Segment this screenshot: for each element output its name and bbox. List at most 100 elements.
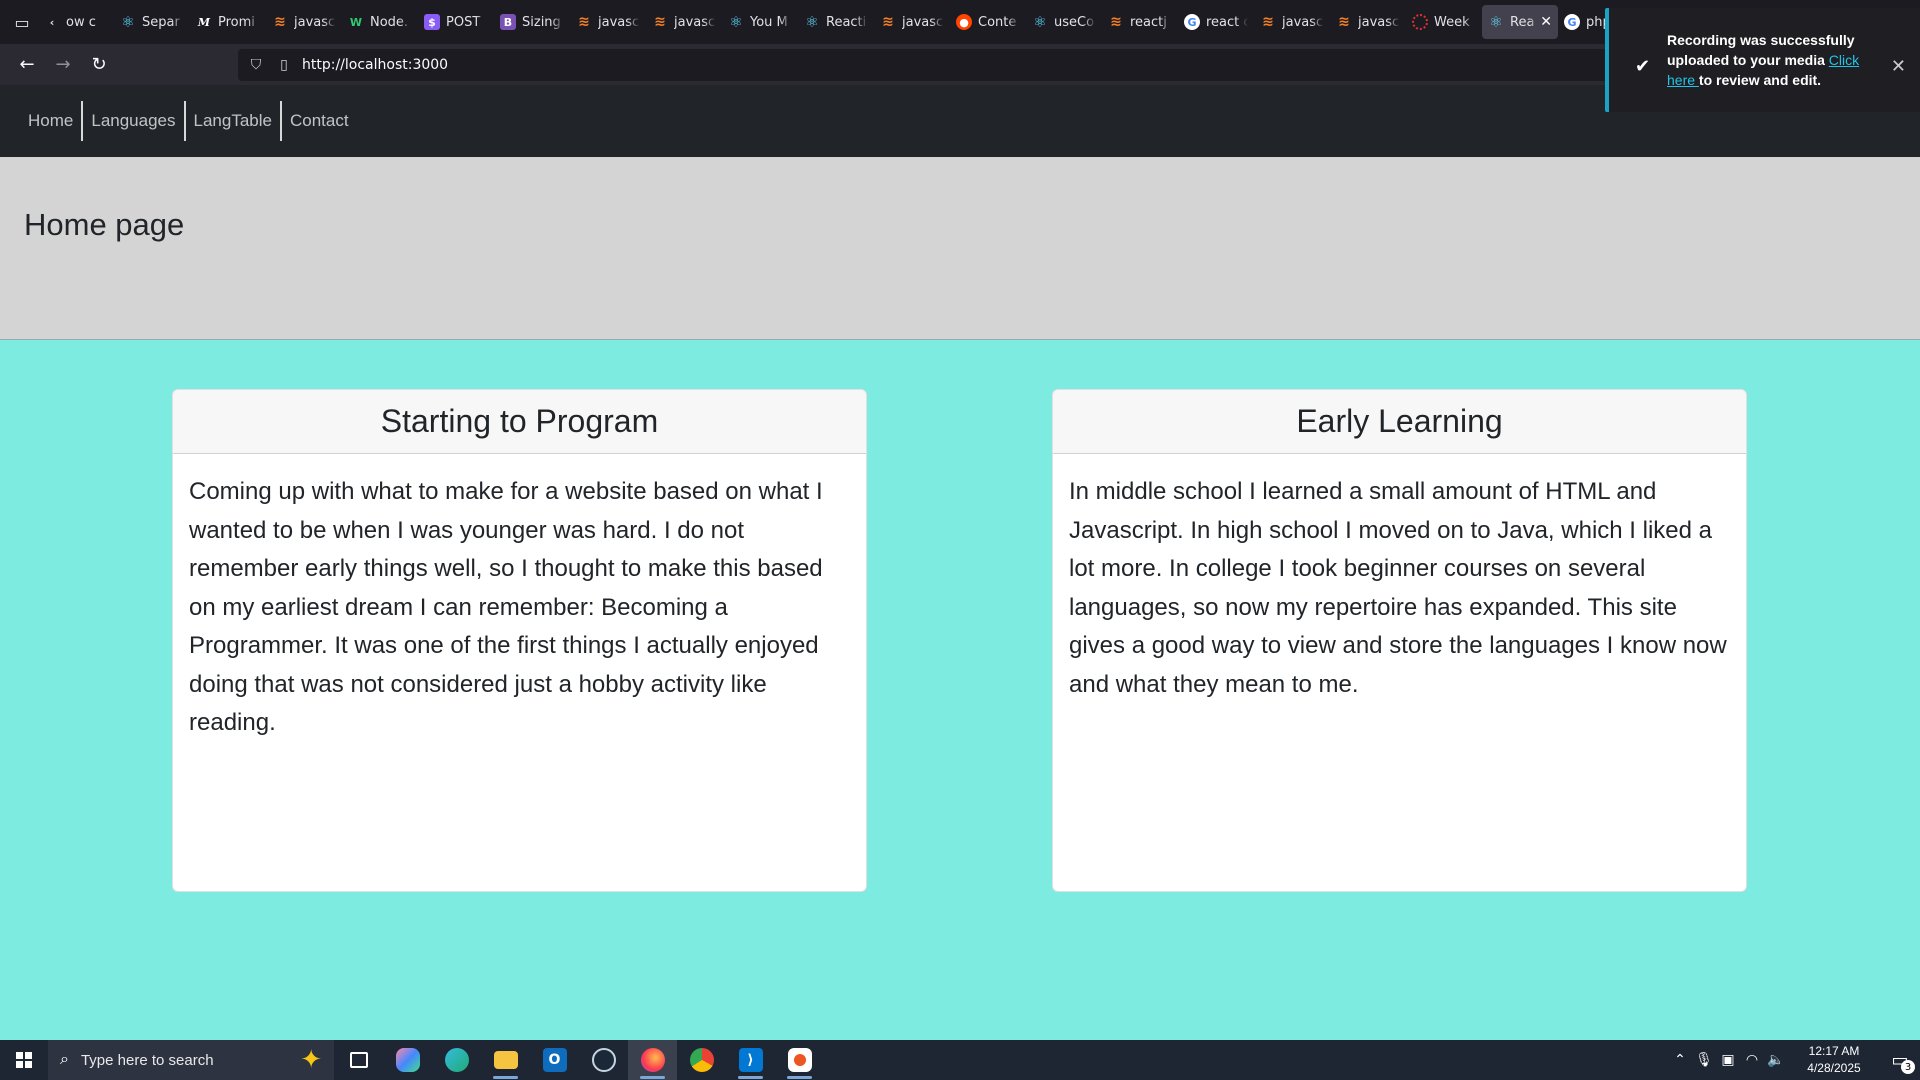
tab-favicon-icon: ≋ [1262, 14, 1274, 30]
browser-tab[interactable]: ≋ javasc [570, 5, 646, 39]
steam-icon[interactable] [579, 1040, 628, 1080]
tab-title: Conte [978, 14, 1017, 30]
vscode-icon[interactable]: ⟩ [726, 1040, 775, 1080]
sparkle-icon[interactable]: ✦ [300, 1044, 322, 1075]
nav-link-contact[interactable]: Contact [282, 101, 357, 141]
tab-favicon-icon [1412, 14, 1428, 30]
browser-tab[interactable]: ● Conte [950, 5, 1026, 39]
tab-favicon-icon: G [1184, 14, 1200, 30]
notification-badge: 3 [1901, 1060, 1915, 1074]
tab-favicon-icon: ≋ [1338, 14, 1350, 30]
clock[interactable]: 12:17 AM 4/28/2025 [1794, 1043, 1874, 1077]
tab-favicon-icon: ⚛ [1489, 13, 1503, 31]
reload-icon[interactable]: ↻ [82, 49, 116, 81]
tab-title: reactj [1130, 14, 1167, 30]
search-icon: ⌕ [60, 1051, 69, 1068]
display-icon[interactable]: ▣ [1716, 1052, 1740, 1068]
tab-title: javasc [674, 14, 716, 30]
tab-favicon-icon: $ [424, 14, 440, 30]
system-tray: ⌃ 🎙 ▣ ◠ 🔈 12:17 AM 4/28/2025 ▭ 3 [1668, 1040, 1920, 1080]
tab-close-icon[interactable]: ✕ [1540, 14, 1552, 30]
browser-tab[interactable]: ⚛ You M [722, 5, 798, 39]
browser-tab[interactable]: Greact c [1178, 5, 1254, 39]
browser-tab[interactable]: B Sizing [494, 5, 570, 39]
browser-tab[interactable]: ≋ javasc [874, 5, 950, 39]
card-body: In middle school I learned a small amoun… [1069, 478, 1727, 698]
tab-title: Node. [370, 14, 409, 30]
tab-favicon-icon: ≋ [654, 14, 666, 30]
tab-title: You M [750, 14, 788, 30]
tab-favicon-icon: ≋ [274, 14, 286, 30]
browser-tab[interactable]: ≋ javasc [1330, 5, 1406, 39]
card-early-learning: Early Learning In middle school I learne… [1052, 389, 1747, 892]
card-starting-to-program: Starting to Program Coming up with what … [172, 389, 867, 892]
url-text[interactable]: http://localhost:3000 [302, 57, 448, 73]
browser-tab[interactable]: M Promi [190, 5, 266, 39]
page-header: Home page [0, 157, 1920, 340]
browser-tab[interactable]: ≋ reactj [1102, 5, 1178, 39]
tab-title: javasc [598, 14, 640, 30]
forward-arrow-icon[interactable]: → [46, 49, 80, 81]
taskbar: ⌕ Type here to search ✦ O ⟩ ⌃ 🎙 ▣ ◠ 🔈 12… [0, 1040, 1920, 1080]
browser-tab[interactable]: ≋ javasc [646, 5, 722, 39]
tab-title: javasc [902, 14, 944, 30]
tab-favicon-icon: ⚛ [1033, 13, 1047, 31]
outlook-icon[interactable]: O [530, 1040, 579, 1080]
back-arrow-icon[interactable]: ← [10, 49, 44, 81]
tab-title: javasc [1282, 14, 1324, 30]
close-icon[interactable]: ✕ [1891, 56, 1906, 77]
tab-favicon-icon: ⚛ [805, 13, 819, 31]
tab-title: javasc [294, 14, 336, 30]
tab-favicon-icon: G [1564, 14, 1580, 30]
browser-tab[interactable]: ⚛ Separ [114, 5, 190, 39]
browser-tab[interactable]: ⚛ Rea ✕ [1482, 5, 1558, 39]
browser-tab[interactable]: ‹ ow c [38, 5, 114, 39]
clock-time: 12:17 AM [1808, 1044, 1860, 1058]
card-title: Early Learning [1053, 390, 1746, 454]
copilot-icon[interactable] [383, 1040, 432, 1080]
tab-favicon-icon: ⚛ [121, 13, 135, 31]
checkmark-icon: ✔ [1635, 56, 1651, 76]
nav-link-home[interactable]: Home [20, 101, 84, 141]
tab-favicon-icon: M [197, 15, 211, 29]
nav-link-langtable[interactable]: LangTable [186, 101, 282, 141]
card-body: Coming up with what to make for a websit… [189, 478, 823, 736]
tab-favicon-icon: ≋ [1110, 14, 1122, 30]
browser-tab[interactable]: ≋ javasc [1254, 5, 1330, 39]
tab-title: javasc [1358, 14, 1400, 30]
chevron-up-icon[interactable]: ⌃ [1668, 1052, 1692, 1068]
tab-overview-icon[interactable]: ▭ [6, 6, 38, 38]
tab-title: Week [1434, 14, 1470, 30]
search-placeholder: Type here to search [80, 1051, 214, 1069]
address-bar[interactable]: ⛉ ▯ http://localhost:3000 [238, 48, 1718, 81]
task-view-icon[interactable] [334, 1040, 383, 1080]
taskbar-search-box[interactable]: ⌕ Type here to search ✦ [48, 1040, 334, 1080]
tab-title: ow c [66, 14, 96, 30]
tab-favicon-icon: ≋ [578, 14, 590, 30]
speaker-icon[interactable]: 🔈 [1764, 1052, 1788, 1068]
wifi-icon[interactable]: ◠ [1740, 1052, 1764, 1068]
browser-tab[interactable]: Week [1406, 5, 1482, 39]
shield-icon[interactable]: ⛉ [246, 57, 266, 73]
toast-message: Recording was successfully uploaded to y… [1667, 30, 1877, 90]
microphone-icon[interactable]: 🎙 [1692, 1052, 1716, 1068]
tab-title: Rea [1510, 14, 1535, 30]
firefox-icon[interactable] [628, 1040, 677, 1080]
chrome-icon[interactable] [677, 1040, 726, 1080]
browser-tab[interactable]: ⚛ useCo [1026, 5, 1102, 39]
notification-center-icon[interactable]: ▭ 3 [1880, 1040, 1920, 1080]
browser-tab[interactable]: W Node. [342, 5, 418, 39]
nav-link-languages[interactable]: Languages [83, 101, 186, 141]
browser-tab[interactable]: $ POST [418, 5, 494, 39]
page-icon: ▯ [280, 56, 288, 73]
tab-title: useCo [1054, 14, 1095, 30]
browser-tab[interactable]: ≋ javasc [266, 5, 342, 39]
clock-date: 4/28/2025 [1807, 1061, 1861, 1075]
tab-favicon-icon: W [349, 15, 363, 29]
browser-tab[interactable]: ⚛ Reacti [798, 5, 874, 39]
file-explorer-icon[interactable] [481, 1040, 530, 1080]
windows-start-icon[interactable] [0, 1040, 48, 1080]
edge-icon[interactable] [432, 1040, 481, 1080]
tab-title: Sizing [522, 14, 561, 30]
screen-recorder-icon[interactable] [775, 1040, 824, 1080]
